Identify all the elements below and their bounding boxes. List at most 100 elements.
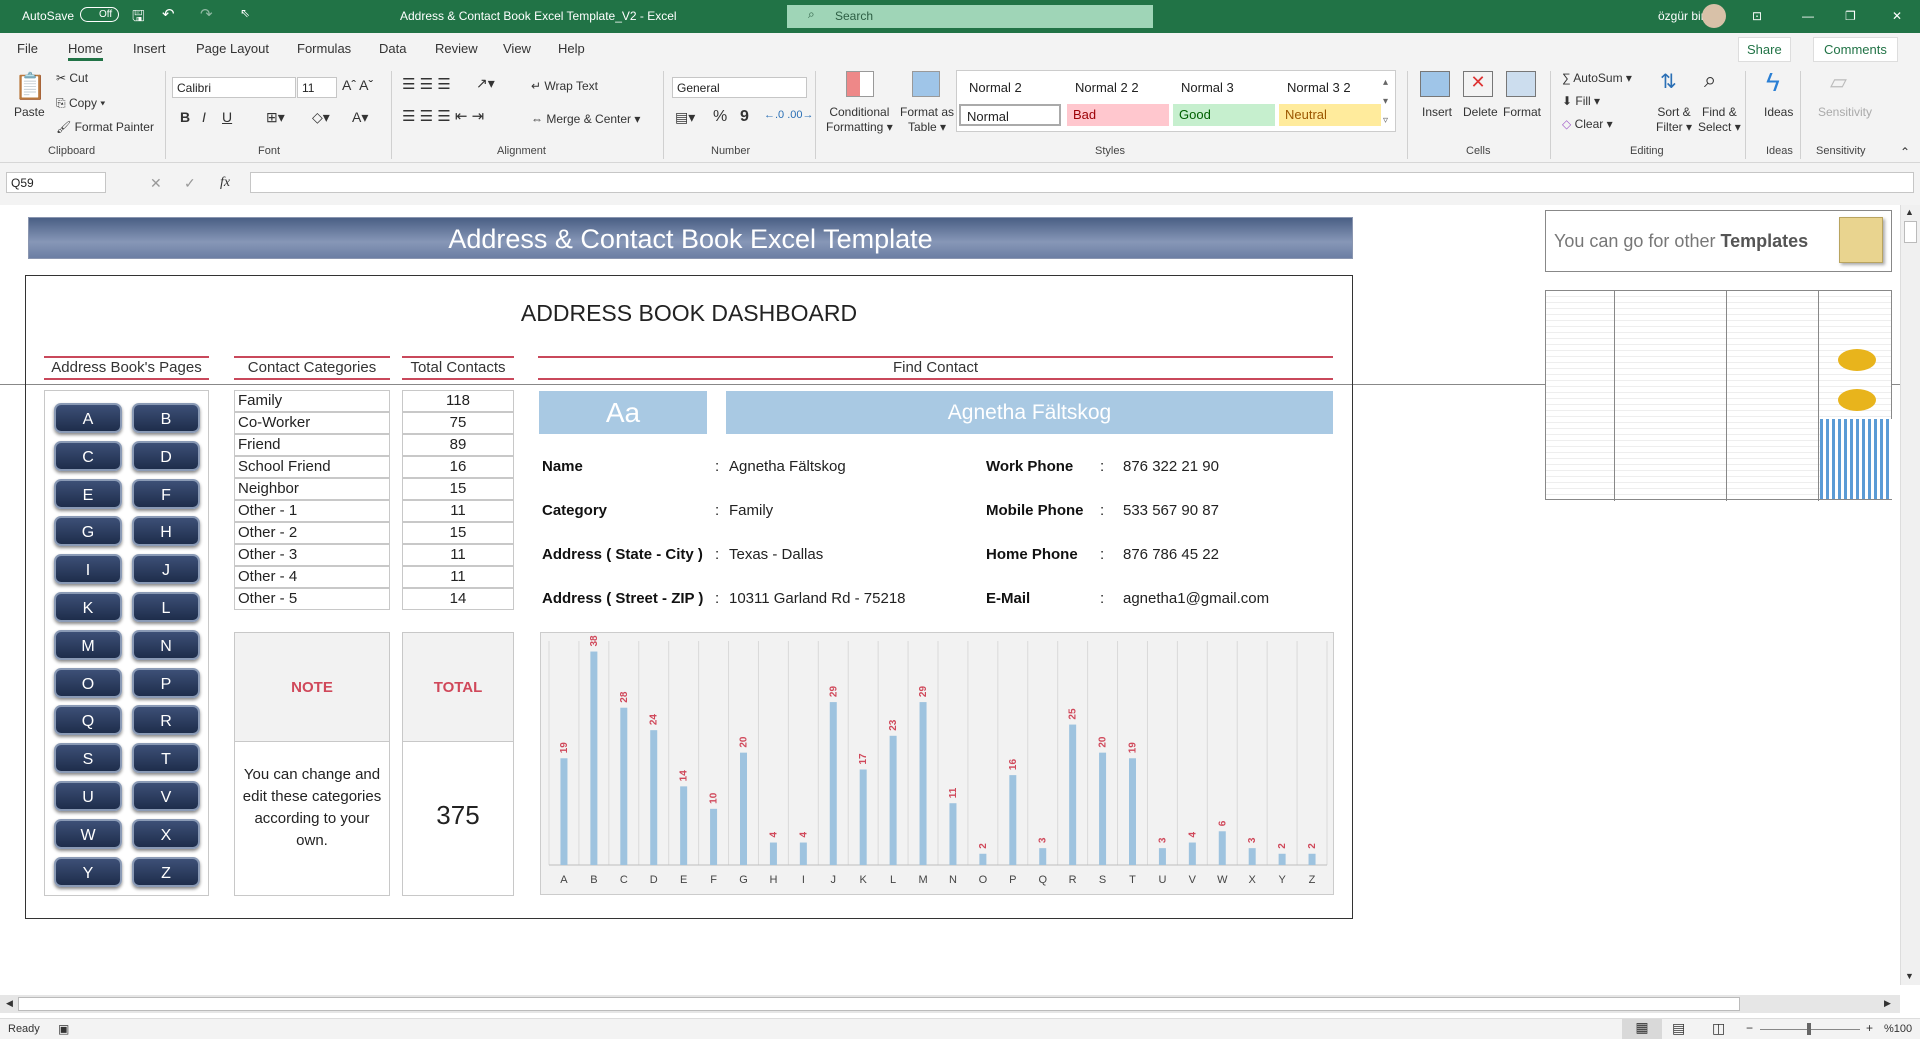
- scroll-left-icon[interactable]: ◀: [6, 998, 13, 1009]
- touch-mode-icon[interactable]: ⇖: [240, 6, 250, 20]
- letter-button-a[interactable]: A: [54, 403, 122, 433]
- macro-record-icon[interactable]: ▣: [58, 1022, 69, 1036]
- tab-home[interactable]: Home: [68, 41, 103, 61]
- horizontal-align-icons[interactable]: ☰ ☰ ☰ ⇤ ⇥: [402, 107, 484, 125]
- fill-color-icon[interactable]: ◇▾: [312, 109, 330, 126]
- name-box[interactable]: Q59: [6, 172, 106, 193]
- font-name-select[interactable]: Calibri: [172, 77, 296, 98]
- delete-button[interactable]: Delete: [1463, 105, 1498, 119]
- scroll-thumb[interactable]: [1904, 221, 1917, 243]
- other-templates-link[interactable]: You can go for other Templates: [1545, 210, 1892, 272]
- scroll-right-icon[interactable]: ▶: [1884, 998, 1891, 1009]
- vertical-align-icons[interactable]: ☰ ☰ ☰: [402, 75, 451, 93]
- tab-help[interactable]: Help: [558, 41, 585, 56]
- style-normal-3-2[interactable]: Normal 3 2: [1281, 77, 1383, 99]
- sort-filter-icon[interactable]: ⇅: [1660, 69, 1677, 94]
- accounting-icon[interactable]: ▤▾: [675, 109, 695, 126]
- gallery-scroll-icon[interactable]: ▴ ▾ ▿: [1383, 73, 1388, 130]
- number-format-select[interactable]: General: [672, 77, 807, 98]
- percent-button[interactable]: %: [713, 108, 727, 126]
- letter-button-i[interactable]: I: [54, 554, 122, 585]
- wrap-text-button[interactable]: ↵ Wrap Text: [531, 79, 598, 93]
- contact-select[interactable]: Agnetha Fältskog: [726, 391, 1333, 434]
- scroll-up-icon[interactable]: ▲: [1905, 207, 1914, 217]
- zoom-in-icon[interactable]: +: [1866, 1021, 1873, 1035]
- ideas-button[interactable]: Ideas: [1764, 105, 1793, 119]
- letter-button-h[interactable]: H: [132, 516, 200, 547]
- paste-button[interactable]: Paste: [14, 105, 45, 119]
- style-normal-3[interactable]: Normal 3: [1175, 77, 1277, 99]
- format-as-table-icon[interactable]: [912, 71, 940, 97]
- cancel-icon[interactable]: ✕: [150, 175, 162, 192]
- style-normal-2[interactable]: Normal 2: [963, 77, 1065, 99]
- close-icon[interactable]: ✕: [1892, 9, 1902, 23]
- style-good[interactable]: Good: [1173, 104, 1275, 126]
- share-button[interactable]: Share: [1738, 37, 1791, 62]
- zoom-out-icon[interactable]: −: [1746, 1021, 1753, 1035]
- tab-data[interactable]: Data: [379, 41, 406, 56]
- orientation-icon[interactable]: ↗▾: [476, 75, 495, 92]
- ribbon-display-icon[interactable]: ⊡: [1752, 9, 1762, 23]
- style-bad[interactable]: Bad: [1067, 104, 1169, 126]
- format-painter-button[interactable]: 🖌 Format Painter: [56, 120, 154, 134]
- comments-button[interactable]: Comments: [1813, 37, 1898, 62]
- horizontal-scrollbar[interactable]: ◀ ▶: [0, 995, 1900, 1013]
- tab-view[interactable]: View: [503, 41, 531, 56]
- search-key-input[interactable]: Aa: [539, 391, 707, 434]
- letter-button-y[interactable]: Y: [54, 856, 122, 887]
- letter-button-e[interactable]: E: [54, 478, 122, 509]
- letter-button-l[interactable]: L: [132, 592, 200, 622]
- format-button[interactable]: Format: [1503, 105, 1541, 119]
- letter-button-p[interactable]: P: [132, 667, 200, 698]
- avatar[interactable]: [1702, 4, 1726, 28]
- tab-file[interactable]: File: [17, 41, 38, 56]
- zoom-level[interactable]: %100: [1884, 1023, 1912, 1035]
- letter-button-u[interactable]: U: [54, 781, 122, 811]
- clear-button[interactable]: ◇ Clear ▾: [1562, 117, 1613, 131]
- letter-button-c[interactable]: C: [54, 440, 122, 471]
- autosave-toggle[interactable]: Off: [80, 7, 120, 22]
- search-box[interactable]: Search: [787, 5, 1153, 28]
- letter-button-m[interactable]: M: [54, 629, 122, 660]
- letter-button-w[interactable]: W: [54, 818, 122, 849]
- letter-button-d[interactable]: D: [132, 440, 200, 471]
- merge-center-button[interactable]: ⇔ Merge & Center ▾: [531, 112, 640, 126]
- ideas-icon[interactable]: ϟ: [1766, 67, 1780, 98]
- find-select-button[interactable]: Find & Select ▾: [1698, 105, 1741, 135]
- borders-icon[interactable]: ⊞▾: [266, 109, 285, 126]
- sort-filter-button[interactable]: Sort & Filter ▾: [1656, 105, 1692, 135]
- vertical-scrollbar[interactable]: ▲ ▼: [1900, 205, 1920, 985]
- decimal-icons[interactable]: ←.0 .00→: [764, 109, 814, 121]
- font-size-select[interactable]: 11: [297, 77, 337, 98]
- conditional-formatting-icon[interactable]: [846, 71, 874, 97]
- paste-icon[interactable]: 📋: [14, 71, 46, 102]
- tab-review[interactable]: Review: [435, 41, 478, 56]
- tab-page-layout[interactable]: Page Layout: [196, 41, 269, 56]
- page-layout-view-icon[interactable]: ▤: [1672, 1020, 1685, 1037]
- minimize-icon[interactable]: —: [1802, 9, 1814, 23]
- page-break-view-icon[interactable]: ◫: [1712, 1020, 1725, 1037]
- formula-input[interactable]: [250, 172, 1914, 193]
- tab-insert[interactable]: Insert: [133, 41, 166, 56]
- letter-button-x[interactable]: X: [132, 818, 200, 849]
- italic-button[interactable]: I: [202, 109, 206, 125]
- fill-button[interactable]: ⬇ Fill ▾: [1562, 94, 1600, 108]
- copy-button[interactable]: ⎘ Copy ▾: [56, 96, 105, 111]
- letter-button-k[interactable]: K: [54, 592, 122, 622]
- tab-formulas[interactable]: Formulas: [297, 41, 351, 56]
- normal-view-icon[interactable]: ▦: [1622, 1019, 1662, 1039]
- find-select-icon[interactable]: ⌕: [1704, 67, 1716, 93]
- letter-button-s[interactable]: S: [54, 743, 122, 774]
- underline-button[interactable]: U: [222, 109, 232, 125]
- save-icon[interactable]: 🖫: [132, 6, 145, 31]
- zoom-slider-thumb[interactable]: [1807, 1023, 1811, 1035]
- cut-button[interactable]: ✂ Cut: [56, 71, 88, 85]
- letter-button-n[interactable]: N: [132, 629, 200, 660]
- font-grow-icon[interactable]: Aˆ Aˇ: [342, 77, 373, 93]
- bold-button[interactable]: B: [180, 109, 190, 125]
- letter-button-g[interactable]: G: [54, 516, 122, 547]
- font-color-icon[interactable]: A▾: [352, 109, 368, 126]
- letter-button-v[interactable]: V: [132, 781, 200, 811]
- conditional-formatting-button[interactable]: Conditional Formatting ▾: [826, 105, 893, 135]
- insert-button[interactable]: Insert: [1422, 105, 1452, 119]
